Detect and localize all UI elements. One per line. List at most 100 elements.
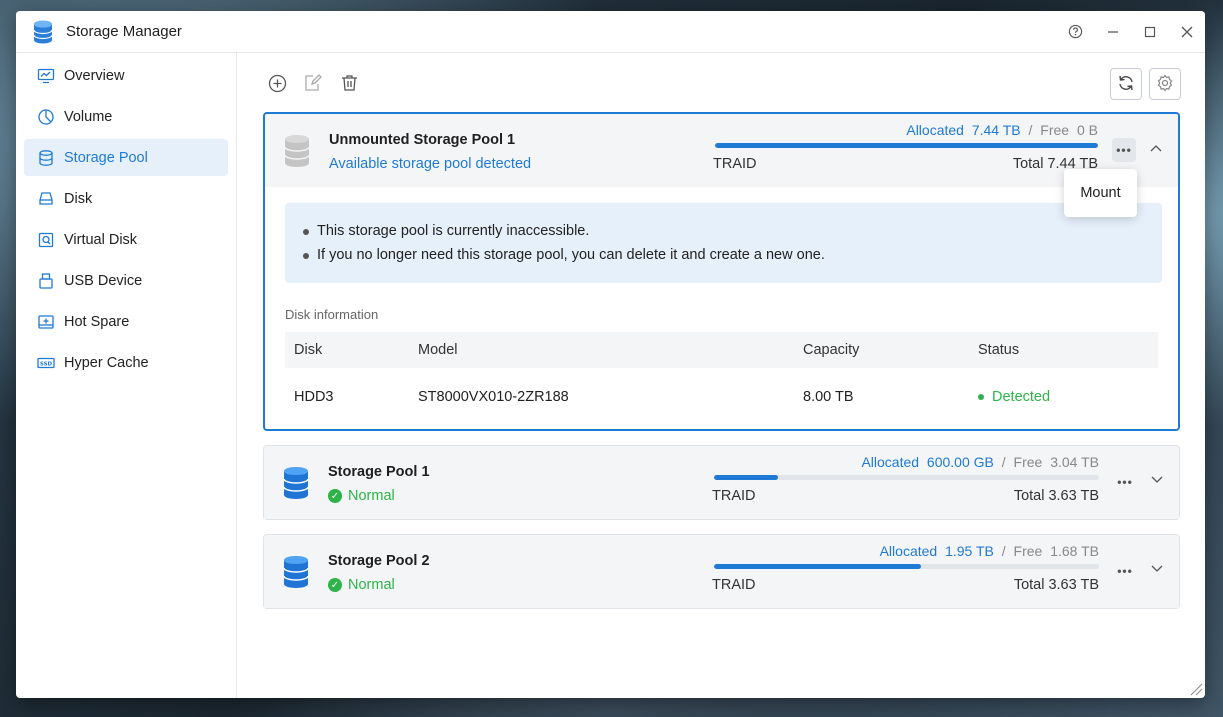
sidebar-item-label: Volume — [64, 108, 113, 125]
check-circle-icon: ✓ — [328, 578, 342, 592]
allocated-value: 1.95 TB — [945, 543, 994, 559]
sidebar-item-disk[interactable]: Disk — [24, 180, 228, 217]
column-header: Disk — [294, 342, 323, 358]
main-content: Unmounted Storage Pool 1 Available stora… — [238, 53, 1205, 698]
pool-header[interactable]: Storage Pool 2 ✓ Normal Allocated 1.95 TB… — [264, 535, 1179, 608]
usage-bar-fill — [714, 475, 778, 480]
chevron-down-icon[interactable] — [1149, 472, 1165, 488]
gear-icon — [1156, 74, 1174, 95]
minimize-icon[interactable] — [1094, 11, 1131, 53]
usage-bar-fill — [714, 564, 921, 569]
chevron-down-icon[interactable] — [1149, 561, 1165, 577]
sidebar-item-label: Overview — [64, 67, 125, 84]
free-label: Free — [1013, 454, 1043, 470]
chevron-up-icon[interactable] — [1148, 140, 1164, 156]
settings-button[interactable] — [1149, 68, 1181, 100]
column-header: Model — [418, 342, 458, 358]
allocation-summary: Allocated 600.00 GB / Free 3.04 TB — [861, 454, 1099, 470]
hot-spare-icon — [37, 313, 55, 331]
window-title: Storage Manager — [66, 23, 182, 40]
sidebar-item-usb-device[interactable]: USB Device — [24, 262, 228, 299]
refresh-button[interactable] — [1110, 68, 1142, 100]
add-circle-icon[interactable] — [266, 72, 288, 94]
sidebar-item-label: Virtual Disk — [64, 231, 138, 248]
pool-status: ✓ Normal — [328, 577, 395, 593]
free-value: 3.04 TB — [1050, 454, 1099, 470]
notice-item: This storage pool is currently inaccessi… — [303, 219, 1150, 243]
sidebar-item-storage-pool[interactable]: Storage Pool — [24, 139, 228, 176]
blue-database-icon — [283, 467, 309, 499]
sidebar-item-label: Storage Pool — [64, 149, 148, 166]
usage-bar-fill — [715, 143, 1098, 148]
usage-bar — [714, 564, 1099, 569]
help-icon[interactable] — [1057, 11, 1094, 53]
model-cell: ST8000VX010-2ZR188 — [418, 388, 569, 405]
allocated-value: 600.00 GB — [926, 454, 994, 470]
pool-status-text: Normal — [348, 488, 395, 504]
sidebar-item-volume[interactable]: Volume — [24, 98, 228, 135]
edit-icon[interactable] — [302, 72, 324, 94]
sidebar-item-hyper-cache[interactable]: SSD Hyper Cache — [24, 344, 228, 381]
total-capacity: Total 3.63 TB — [1013, 488, 1099, 504]
database-icon — [37, 149, 55, 167]
sidebar-item-virtual-disk[interactable]: Virtual Disk — [24, 221, 228, 258]
sidebar-item-label: Hyper Cache — [64, 354, 149, 371]
sidebar-item-label: Disk — [64, 190, 93, 207]
pool-header[interactable]: Storage Pool 1 ✓ Normal Allocated 600.00 … — [264, 446, 1179, 519]
separator: / — [1001, 454, 1006, 470]
separator: / — [1028, 122, 1033, 138]
monitor-chart-icon — [37, 67, 55, 85]
column-header: Capacity — [803, 342, 860, 358]
disk-table: Disk Model Capacity Status HDD3 ST8000VX… — [285, 332, 1158, 425]
gray-database-icon — [284, 135, 310, 167]
raid-type: TRAID — [712, 577, 756, 593]
allocated-label: Allocated — [879, 543, 938, 559]
table-header: Disk Model Capacity Status — [285, 332, 1158, 368]
table-row[interactable]: HDD3 ST8000VX010-2ZR188 8.00 TB Detected — [285, 368, 1158, 425]
resize-grip-icon[interactable] — [1189, 682, 1203, 696]
mount-menu: Mount — [1064, 169, 1137, 217]
trash-icon[interactable] — [338, 72, 360, 94]
sidebar-item-overview[interactable]: Overview — [24, 57, 228, 94]
maximize-icon[interactable] — [1131, 11, 1168, 53]
usb-icon — [37, 272, 55, 290]
sidebar-item-label: Hot Spare — [64, 313, 130, 330]
sidebar: Overview Volume Storage Pool Disk Virtua… — [16, 53, 237, 698]
volume-pie-icon — [37, 108, 55, 126]
storage-pool-card-1[interactable]: Storage Pool 1 ✓ Normal Allocated 600.00 … — [263, 445, 1180, 520]
disk-info-caption: Disk information — [285, 307, 379, 322]
usage-bar — [714, 475, 1099, 480]
blue-database-icon — [283, 556, 309, 588]
pool-name: Storage Pool 2 — [328, 553, 430, 569]
check-circle-icon: ✓ — [328, 489, 342, 503]
free-value: 1.68 TB — [1050, 543, 1099, 559]
title-bar[interactable]: Storage Manager — [16, 11, 1205, 53]
allocation-summary: Allocated 7.44 TB / Free 0 B — [906, 122, 1098, 138]
allocated-label: Allocated — [861, 454, 920, 470]
pool-header[interactable]: Unmounted Storage Pool 1 Available stora… — [265, 114, 1178, 187]
more-options-button[interactable]: ••• — [1112, 138, 1136, 162]
svg-text:SSD: SSD — [40, 361, 53, 367]
hard-disk-icon — [37, 190, 55, 208]
storage-pool-card-unmounted: Unmounted Storage Pool 1 Available stora… — [263, 112, 1180, 431]
separator: / — [1001, 543, 1006, 559]
sidebar-item-hot-spare[interactable]: Hot Spare — [24, 303, 228, 340]
storage-manager-window: Storage Manager Overview Volume Storage … — [16, 11, 1205, 698]
allocated-value: 7.44 TB — [971, 122, 1021, 138]
close-icon[interactable] — [1168, 11, 1205, 53]
more-options-button[interactable]: ••• — [1113, 470, 1137, 494]
pool-status-text: Normal — [348, 577, 395, 593]
free-label: Free — [1040, 122, 1070, 138]
storage-pool-card-2[interactable]: Storage Pool 2 ✓ Normal Allocated 1.95 TB… — [263, 534, 1180, 609]
mount-menu-item[interactable]: Mount — [1080, 185, 1120, 201]
free-value: 0 B — [1076, 122, 1098, 138]
pool-name: Unmounted Storage Pool 1 — [329, 132, 516, 148]
raid-type: TRAID — [712, 488, 756, 504]
free-label: Free — [1013, 543, 1043, 559]
raid-type: TRAID — [713, 156, 757, 172]
status-detected: Detected — [978, 389, 1158, 405]
refresh-icon — [1117, 74, 1135, 95]
more-options-button[interactable]: ••• — [1113, 559, 1137, 583]
virtual-disk-icon — [37, 231, 55, 249]
pool-status: ✓ Normal — [328, 488, 395, 504]
